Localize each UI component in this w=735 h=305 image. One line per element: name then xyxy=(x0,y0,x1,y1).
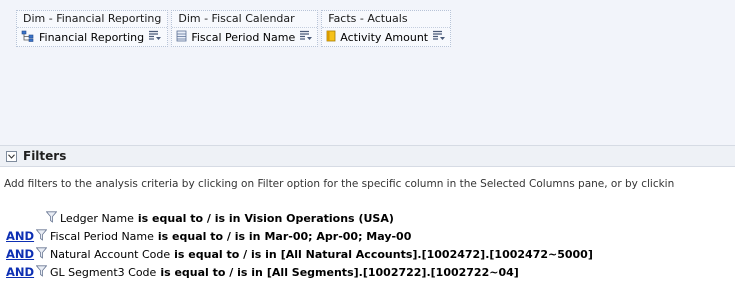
column-options-menu-icon[interactable] xyxy=(299,30,313,44)
filter-funnel-icon[interactable] xyxy=(35,228,48,244)
selected-columns-row: Dim - Financial Reporting Financial Repo… xyxy=(16,10,454,47)
hierarchy-icon xyxy=(21,30,35,45)
column-label: Activity Amount xyxy=(340,30,429,44)
measure-column-icon xyxy=(326,30,336,45)
filter-row: Ledger Name is equal to / is in Vision O… xyxy=(6,209,394,227)
column-label: Financial Reporting xyxy=(39,30,145,44)
filter-value: [All Natural Accounts].[1002472].[100247… xyxy=(280,247,593,261)
column-group-header: Facts - Actuals xyxy=(322,11,451,28)
column-group-header: Dim - Financial Reporting xyxy=(17,11,168,28)
filter-operator: is equal to / is in xyxy=(160,265,263,279)
filters-title: Filters xyxy=(23,149,67,163)
column-options-menu-icon[interactable] xyxy=(432,30,446,44)
filters-hint-text: Add filters to the analysis criteria by … xyxy=(4,178,675,190)
column-activity-amount[interactable]: Activity Amount xyxy=(322,28,450,46)
filter-row: AND GL Segment3 Code is equal to / is in… xyxy=(6,263,519,281)
filter-operator: is equal to / is in xyxy=(174,247,277,261)
filter-column-name[interactable]: Fiscal Period Name xyxy=(50,230,154,243)
filter-row: AND Natural Account Code is equal to / i… xyxy=(6,245,593,263)
filter-column-name[interactable]: GL Segment3 Code xyxy=(50,266,156,279)
column-group-facts-actuals: Facts - Actuals Activity Amount xyxy=(321,10,452,47)
column-group-financial-reporting: Dim - Financial Reporting Financial Repo… xyxy=(16,10,169,47)
and-conjunction-link[interactable]: AND xyxy=(6,247,36,261)
column-label: Fiscal Period Name xyxy=(191,30,296,44)
column-group-header: Dim - Fiscal Calendar xyxy=(172,11,318,28)
filter-funnel-icon[interactable] xyxy=(35,246,48,262)
filter-column-name[interactable]: Ledger Name xyxy=(60,212,134,225)
attribute-column-icon xyxy=(176,30,187,45)
column-group-fiscal-calendar: Dim - Fiscal Calendar Fiscal Period Name xyxy=(171,10,319,47)
column-financial-reporting[interactable]: Financial Reporting xyxy=(17,28,167,46)
filter-value: Mar-00; Apr-00; May-00 xyxy=(264,229,412,243)
filter-operator: is equal to / is in xyxy=(137,211,241,225)
and-conjunction-link[interactable]: AND xyxy=(6,265,36,279)
filter-value: [All Segments].[1002722].[1002722~04] xyxy=(266,265,519,279)
filter-row: AND Fiscal Period Name is equal to / is … xyxy=(6,227,411,245)
chevron-collapse-icon[interactable] xyxy=(6,150,17,162)
column-options-menu-icon[interactable] xyxy=(148,30,162,44)
filter-column-name[interactable]: Natural Account Code xyxy=(50,248,170,261)
column-fiscal-period-name[interactable]: Fiscal Period Name xyxy=(172,28,317,46)
filters-section-header: Filters xyxy=(0,145,735,167)
and-conjunction-link[interactable]: AND xyxy=(6,229,36,243)
selected-columns-pane: Dim - Financial Reporting Financial Repo… xyxy=(0,0,735,145)
filter-funnel-icon[interactable] xyxy=(45,210,58,226)
filter-operator: is equal to / is in xyxy=(157,229,261,243)
filter-value: Vision Operations (USA) xyxy=(244,211,394,225)
filter-funnel-icon[interactable] xyxy=(35,264,48,280)
